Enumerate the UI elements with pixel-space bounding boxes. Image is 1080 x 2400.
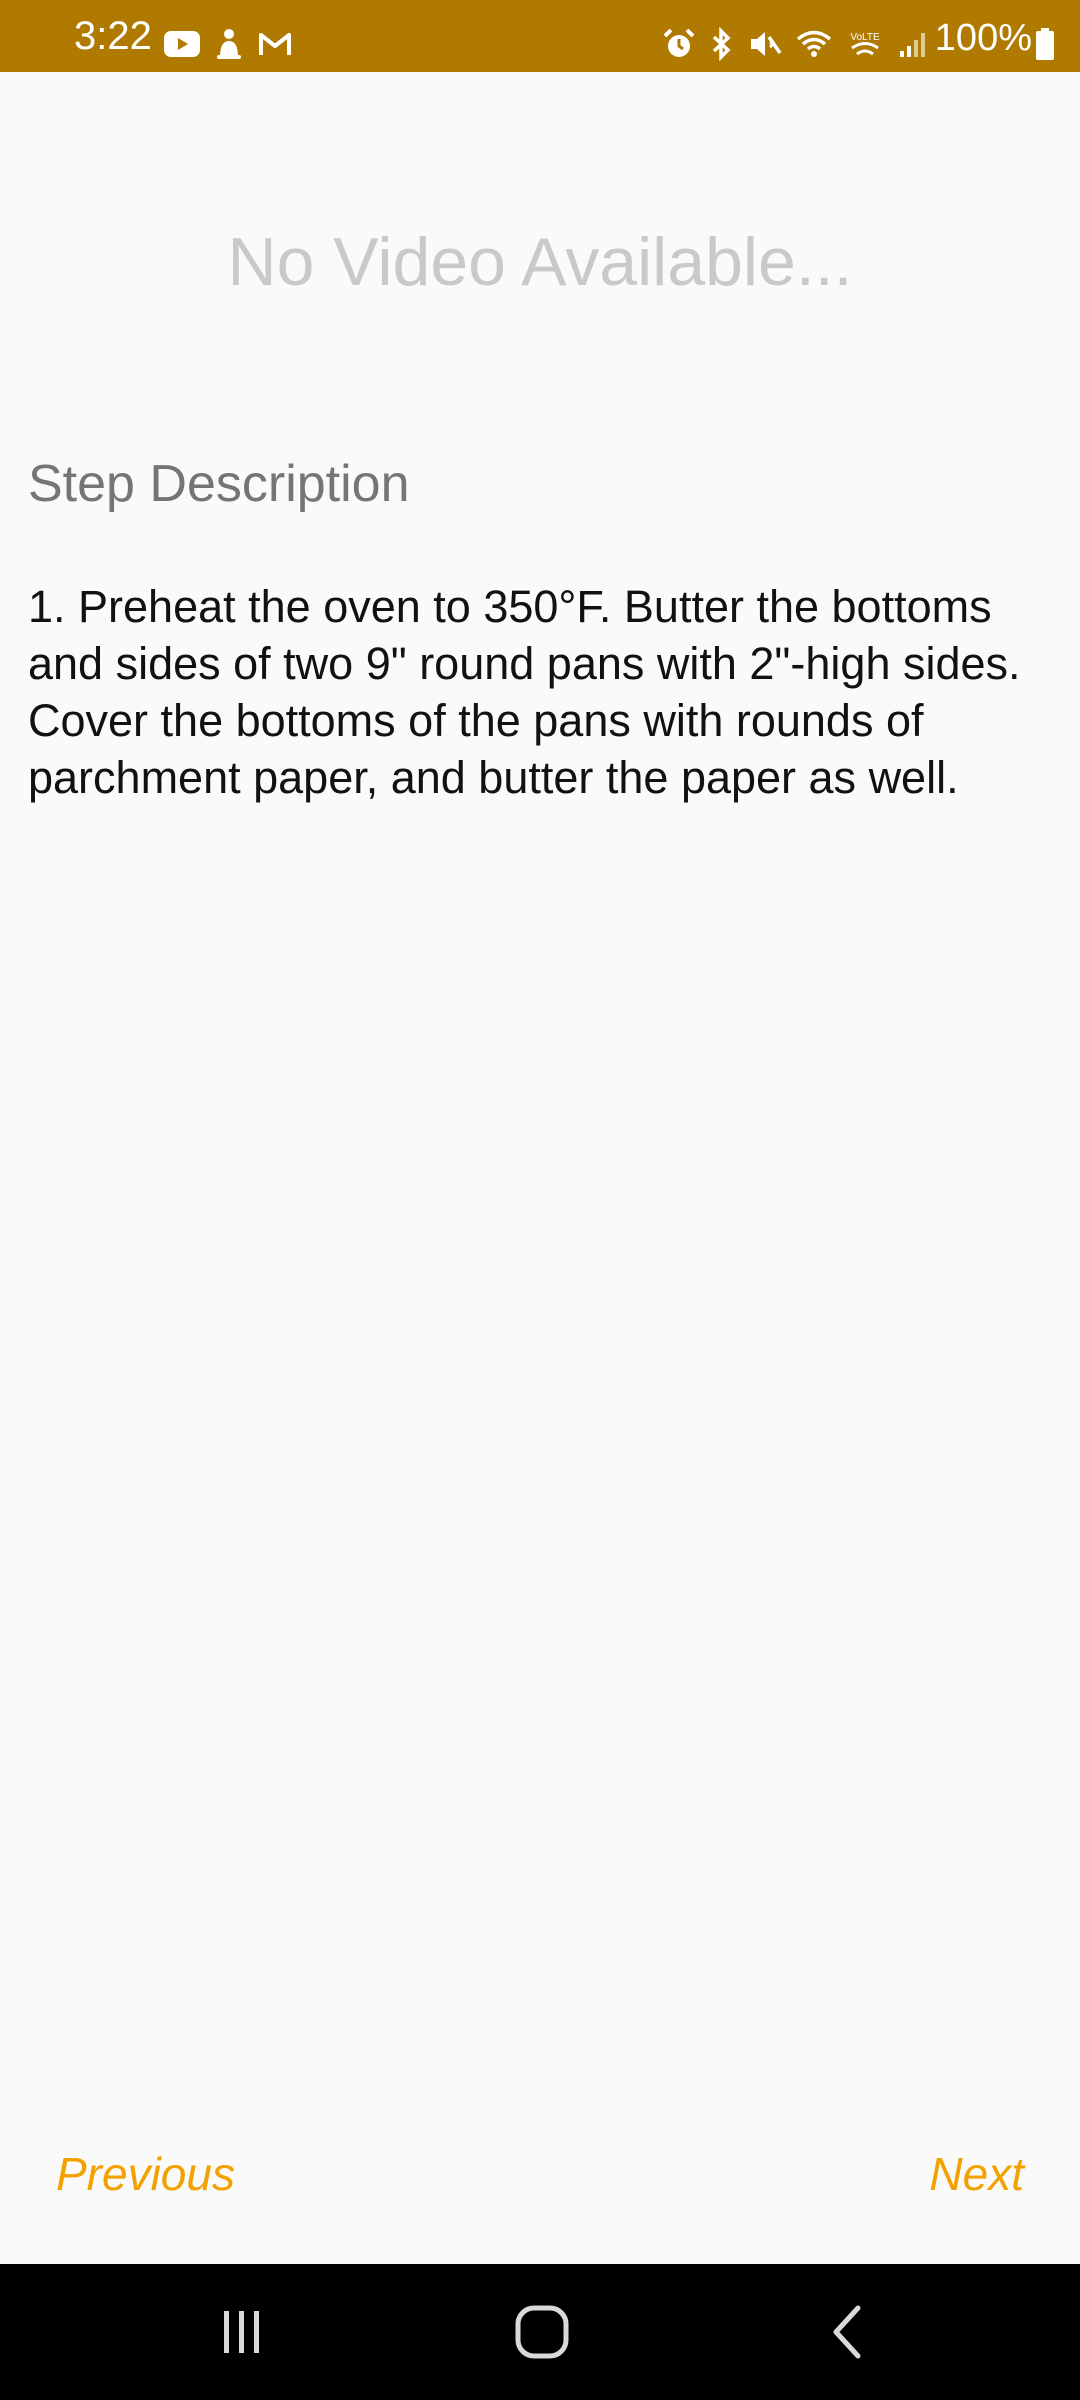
signal-icon <box>898 29 930 59</box>
recipe-step-screen: 3:22 VoLTE 100% No Video Available... St… <box>0 0 1080 2400</box>
notification-icon <box>214 27 244 61</box>
volte-icon: VoLTE <box>846 29 884 59</box>
bluetooth-icon <box>710 27 734 61</box>
recents-button[interactable] <box>162 2264 322 2400</box>
home-button[interactable] <box>462 2264 622 2400</box>
youtube-icon <box>164 30 200 58</box>
no-video-message: No Video Available... <box>227 224 853 300</box>
svg-text:VoLTE: VoLTE <box>850 32 880 43</box>
battery-percentage: 100% <box>934 17 1032 59</box>
back-icon <box>826 2304 866 2360</box>
status-left-icons <box>164 24 292 64</box>
previous-button[interactable]: Previous <box>56 2146 235 2202</box>
status-right-icons: VoLTE <box>662 22 930 66</box>
status-bar: 3:22 VoLTE 100% <box>0 0 1080 72</box>
system-navigation-bar <box>0 2264 1080 2400</box>
battery-icon <box>1036 28 1054 60</box>
wifi-icon <box>796 29 832 59</box>
back-button[interactable] <box>766 2264 926 2400</box>
recents-icon <box>217 2307 267 2357</box>
step-description-text: 1. Preheat the oven to 350°F. Butter the… <box>28 581 1021 803</box>
video-player: No Video Available... <box>0 72 1080 452</box>
gmail-icon <box>258 31 292 57</box>
step-description-heading: Step Description <box>28 455 410 513</box>
mute-icon <box>748 27 782 61</box>
home-icon <box>514 2304 570 2360</box>
next-button[interactable]: Next <box>929 2146 1024 2202</box>
status-time: 3:22 <box>74 14 152 58</box>
alarm-icon <box>662 27 696 61</box>
